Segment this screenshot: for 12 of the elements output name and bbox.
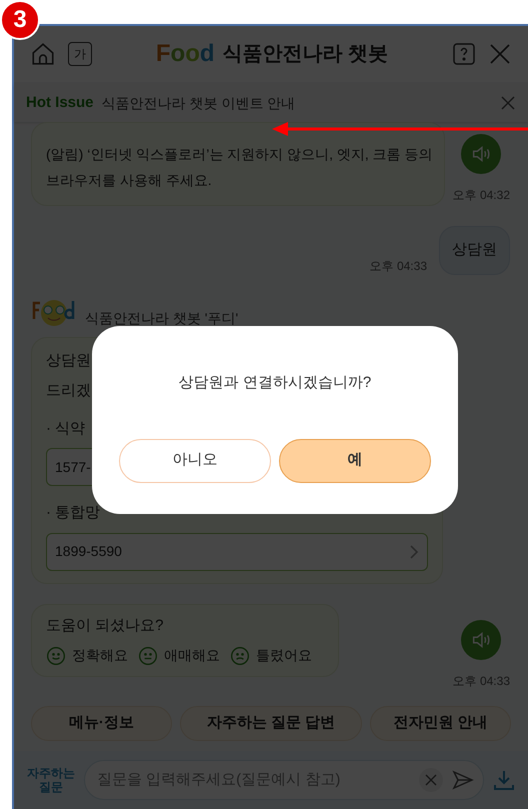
cancel-button[interactable]: 아니오 xyxy=(119,438,271,482)
hot-issue-label: Hot Issue xyxy=(26,92,94,113)
dialog-message: 상담원과 연결하시겠습니까? xyxy=(178,373,372,393)
window-title: 식품안전나라 챗봇 xyxy=(222,42,388,67)
bubble-text: 상담원 xyxy=(46,350,91,370)
food-logo: Food xyxy=(156,42,215,66)
step-number: 3 xyxy=(13,5,27,35)
contact-label: · 통합망 xyxy=(46,503,100,523)
bubble-text: 드리겠 xyxy=(46,380,91,400)
bubble-text: 도움이 되셨나요? xyxy=(46,616,165,636)
contact-label: · 식약 xyxy=(46,418,86,438)
confirm-button[interactable]: 예 xyxy=(279,438,431,482)
